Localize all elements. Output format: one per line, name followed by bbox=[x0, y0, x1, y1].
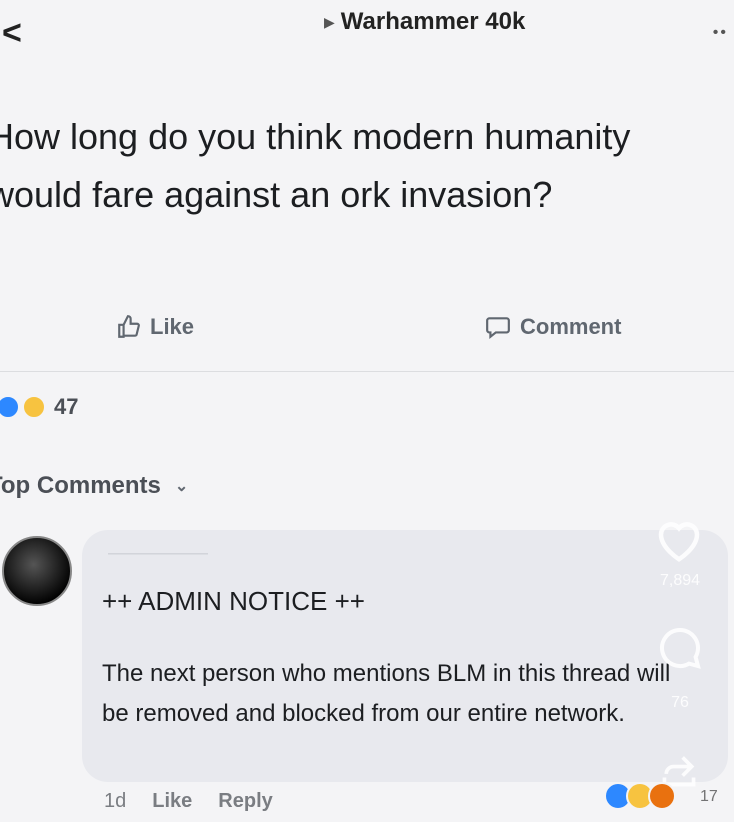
page-name[interactable]: Warhammer 40k bbox=[341, 8, 526, 36]
divider bbox=[0, 371, 734, 372]
post-reactions[interactable]: 47 bbox=[0, 394, 78, 420]
more-options-icon[interactable]: •• bbox=[713, 24, 728, 42]
avatar[interactable] bbox=[2, 536, 72, 606]
like-label: Like bbox=[150, 314, 195, 339]
comment-label: Comment bbox=[520, 314, 622, 339]
haha-reaction-icon bbox=[22, 395, 46, 419]
post-actions: Like Comment bbox=[0, 300, 734, 368]
comments-count: 76 bbox=[671, 694, 689, 711]
top-comments-filter[interactable]: Top Comments ⌄ bbox=[0, 472, 188, 500]
comment-bubble-icon[interactable] bbox=[656, 624, 704, 677]
chevron-down-icon: ⌄ bbox=[174, 478, 189, 495]
page-link[interactable]: ▶ Warhammer 40k bbox=[324, 8, 525, 36]
comment-time: 1d bbox=[104, 790, 127, 812]
comment-reactions[interactable] bbox=[604, 782, 676, 810]
commenter-name-redacted[interactable]: ————— bbox=[108, 542, 208, 565]
like-button[interactable]: Like bbox=[116, 314, 194, 340]
like-reaction-icon bbox=[0, 395, 20, 419]
caret-right-icon: ▶ bbox=[324, 13, 335, 30]
back-arrow-icon[interactable]: < bbox=[2, 14, 22, 53]
comment-like-link[interactable]: Like bbox=[152, 790, 192, 813]
admin-notice: ++ ADMIN NOTICE ++ bbox=[102, 586, 365, 616]
comment-meta: 1d Like Reply bbox=[104, 790, 273, 813]
heart-icon[interactable] bbox=[652, 514, 706, 564]
comment-reply-link[interactable]: Reply bbox=[218, 790, 272, 813]
post-text: How long do you think modern humanity wo… bbox=[0, 116, 631, 215]
comment-body: The next person who mentions BLM in this… bbox=[102, 660, 671, 727]
likes-count: 7,894 bbox=[659, 572, 701, 589]
thumbs-up-icon bbox=[118, 315, 140, 338]
top-bar: < ▶ Warhammer 40k •• bbox=[0, 0, 734, 60]
reaction-count: 47 bbox=[54, 394, 79, 419]
comment-button[interactable]: Comment bbox=[484, 314, 621, 340]
shares-count: 17 bbox=[700, 788, 718, 805]
wow-reaction-icon bbox=[648, 782, 676, 810]
top-comments-label: Top Comments bbox=[0, 472, 161, 499]
comment-bubble: ————— ++ ADMIN NOTICE ++ The next person… bbox=[82, 530, 728, 782]
comment-icon bbox=[486, 317, 510, 340]
